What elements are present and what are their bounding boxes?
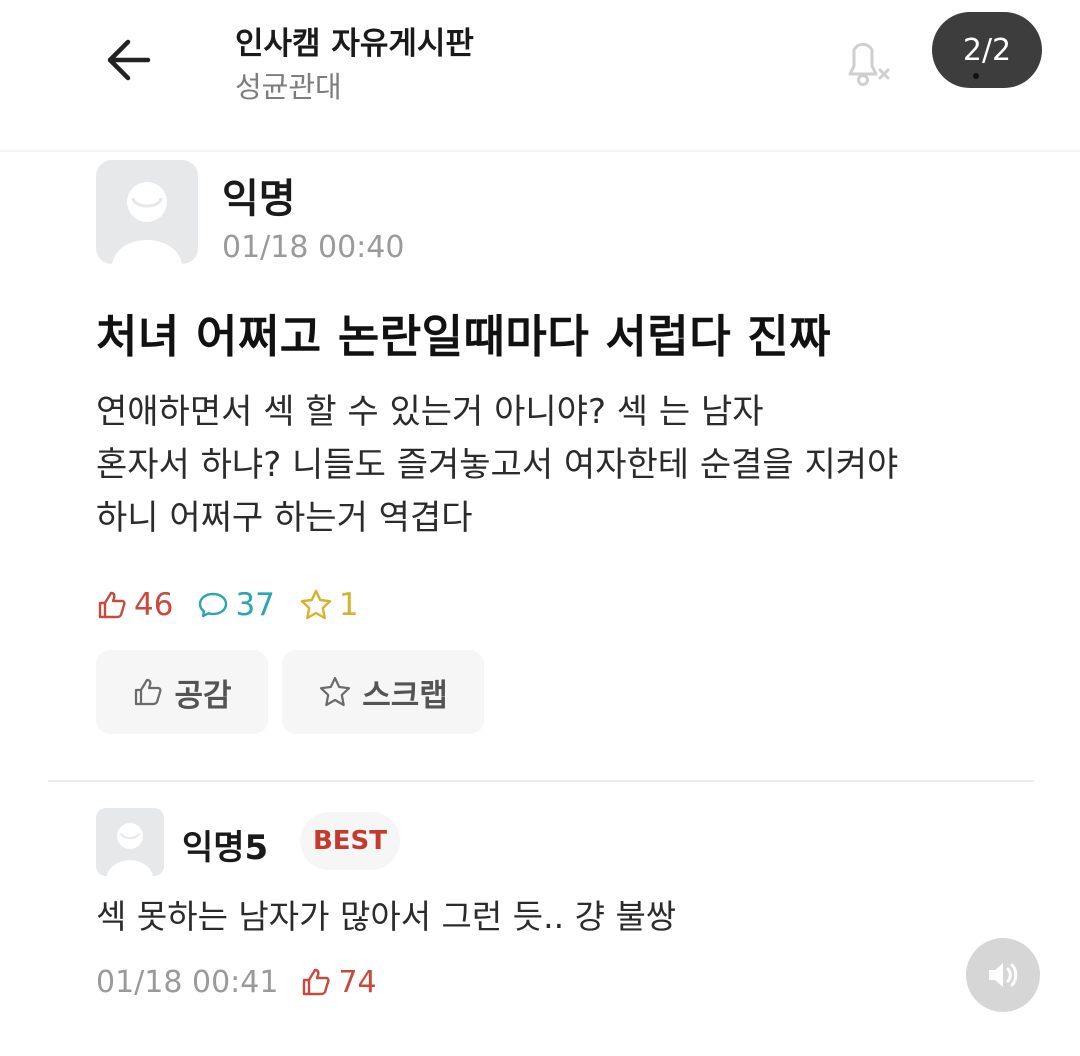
thumbs-up-icon [135, 678, 162, 706]
default-avatar-icon [107, 823, 153, 876]
comment-meta: 01/18 00:41 74 [96, 960, 377, 1004]
post-title: 처녀 어쩌고 논란일때마다 서럽다 진짜 [96, 310, 832, 363]
like-button-label: 공감 [174, 677, 232, 714]
post-stats: 46 37 1 [96, 584, 383, 626]
notification-toggle-button[interactable] [836, 28, 898, 90]
post-author: 익명 [222, 176, 296, 222]
scrap-button[interactable]: 스크랩 [282, 650, 484, 734]
like-count: 46 [134, 587, 174, 623]
post-body-line: 연애하면서 섹 할 수 있는거 아니야? 섹 는 남자 [96, 392, 764, 432]
page-indicator: 2/2 [932, 12, 1042, 88]
header-divider [0, 150, 1080, 152]
comment-avatar [96, 808, 164, 876]
page-dot [973, 73, 979, 79]
back-button[interactable] [100, 32, 164, 88]
scrap-button-label: 스크랩 [362, 677, 448, 714]
like-button[interactable]: 공감 [96, 650, 268, 734]
default-avatar-icon [112, 182, 182, 264]
post-timestamp: 01/18 00:40 [222, 230, 405, 265]
post-divider [48, 780, 1034, 782]
comment-count-stat: 37 [197, 587, 275, 623]
like-count-stat: 46 [96, 587, 173, 623]
star-icon [300, 589, 332, 620]
arrow-left-icon [107, 39, 151, 81]
comment-author: 익명5 [182, 828, 269, 868]
comment-like-count: 74 [338, 964, 377, 1000]
comment-like-stat: 74 [300, 964, 377, 1000]
post-body: 연애하면서 섹 할 수 있는거 아니야? 섹 는 남자 혼자서 하냐? 니들도 … [96, 386, 1056, 545]
thumbs-up-icon [98, 591, 126, 619]
speaker-icon [989, 963, 1018, 987]
bell-off-icon [848, 42, 890, 86]
thumbs-up-icon [303, 968, 331, 996]
best-badge: BEST [300, 812, 400, 870]
comment-count: 37 [235, 587, 275, 623]
avatar [96, 160, 198, 264]
board-title: 인사캠 자유게시판 [235, 26, 474, 62]
scrap-count: 1 [338, 587, 359, 623]
board-subtitle: 성균관대 [235, 70, 342, 104]
post-body-line: 혼자서 하냐? 니들도 즐겨놓고서 여자한테 순결을 지켜야 [96, 445, 899, 485]
comment-timestamp: 01/18 00:41 [96, 964, 279, 1000]
speech-bubble-icon [199, 592, 228, 618]
sound-button[interactable] [966, 938, 1040, 1012]
comment-text: 섹 못하는 남자가 많아서 그런 듯.. 걍 불쌍 [96, 897, 677, 936]
scrap-count-stat: 1 [299, 587, 359, 623]
post-body-line: 하니 어쩌구 하는거 역겹다 [96, 498, 473, 538]
star-icon [320, 676, 351, 707]
